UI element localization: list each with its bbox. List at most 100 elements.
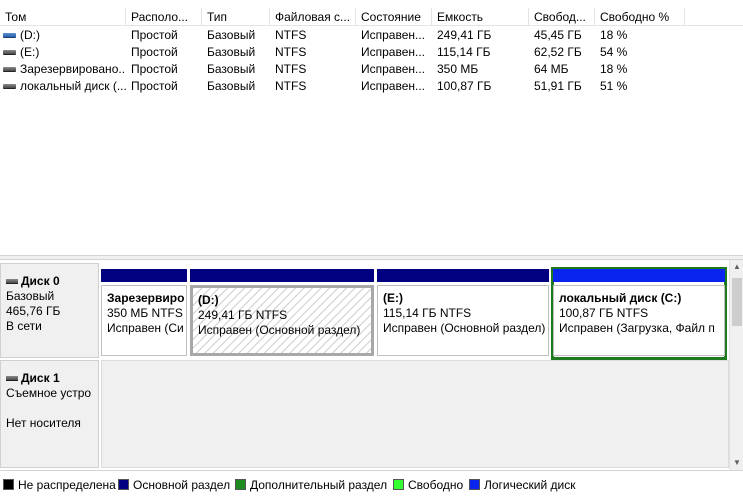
partition-e[interactable]: (E:) 115,14 ГБ NTFS Исправен (Основной р… (377, 269, 549, 358)
volume-capacity: 100,87 ГБ (437, 79, 492, 93)
volume-status: Исправен... (361, 45, 426, 59)
disk-map: Диск 0 Базовый 465,76 ГБ В сети Зарезерв… (0, 260, 743, 470)
disk-0-title-wrap: Диск 0 (6, 274, 98, 289)
volume-type: Базовый (207, 79, 256, 93)
table-row[interactable]: (E:) Простой Базовый NTFS Исправен... 11… (0, 44, 743, 61)
volume-free-percent: 18 % (600, 62, 628, 76)
column-header-volume[interactable]: Том (0, 8, 126, 26)
volume-filesystem: NTFS (275, 28, 307, 42)
column-header-capacity[interactable]: Емкость (432, 8, 529, 26)
partition-status: Исправен (Основной раздел) (198, 323, 361, 337)
partition-body: (D:) 249,41 ГБ NTFS Исправен (Основной р… (190, 285, 374, 356)
volume-list: Том Располо... Тип Файловая с... Состоян… (0, 0, 743, 255)
partition-bar (190, 269, 374, 282)
column-header-free-space[interactable]: Свобод... (529, 8, 595, 26)
partition-status: Исправен (Загрузка, Файл п (559, 321, 715, 335)
volume-capacity: 115,14 ГБ (437, 45, 491, 59)
legend-swatch (118, 479, 129, 490)
partition-body: Зарезервиро 350 МБ NTFS Исправен (Си (101, 285, 187, 356)
volume-capacity: 350 МБ (437, 62, 479, 76)
legend-swatch (3, 479, 14, 490)
volume-status: Исправен... (361, 62, 426, 76)
volume-layout: Простой (131, 62, 178, 76)
volume-type: Базовый (207, 28, 256, 42)
disk-1-empty-area (101, 360, 729, 468)
disk-1-title-wrap: Диск 1 (6, 371, 98, 386)
volume-status: Исправен... (361, 28, 426, 42)
disk-map-scrollbar[interactable]: ▲ ▼ (729, 260, 743, 470)
disk-0-partitions: Зарезервиро 350 МБ NTFS Исправен (Си (D:… (101, 263, 729, 360)
volume-list-header: Том Располо... Тип Файловая с... Состоян… (0, 8, 743, 26)
volume-capacity: 249,41 ГБ (437, 28, 492, 42)
disk-0-row: Диск 0 Базовый 465,76 ГБ В сети Зарезерв… (0, 263, 729, 360)
volume-free-percent: 51 % (600, 79, 628, 93)
table-row[interactable]: Зарезервировано... Простой Базовый NTFS … (0, 61, 743, 78)
partition-name: (E:) (383, 291, 403, 305)
table-row[interactable]: локальный диск (... Простой Базовый NTFS… (0, 78, 743, 95)
partition-size: 115,14 ГБ NTFS (383, 306, 472, 320)
volume-free-space: 64 МБ (534, 62, 569, 76)
partition-c[interactable]: локальный диск (C:) 100,87 ГБ NTFS Испра… (551, 267, 727, 360)
disk-0-state: В сети (6, 319, 42, 333)
volume-layout: Простой (131, 28, 178, 42)
legend-label: Основной раздел (133, 478, 231, 492)
volume-type: Базовый (207, 62, 256, 76)
column-header-type[interactable]: Тип (202, 8, 270, 26)
volume-name: локальный диск (... (20, 79, 126, 93)
legend-label: Дополнительный раздел (250, 478, 388, 492)
scroll-thumb[interactable] (732, 278, 742, 326)
disk-0-label[interactable]: Диск 0 Базовый 465,76 ГБ В сети (0, 263, 99, 358)
column-header-filesystem[interactable]: Файловая с... (270, 8, 356, 26)
legend-swatch (393, 479, 404, 490)
volume-name: (E:) (20, 45, 40, 59)
legend-item-logical: Логический диск (469, 478, 576, 492)
partition-status: Исправен (Основной раздел) (383, 321, 546, 335)
legend-item-primary: Основной раздел (118, 478, 230, 492)
partition-bar (553, 269, 725, 282)
partition-name: локальный диск (C:) (559, 291, 682, 305)
column-header-layout[interactable]: Располо... (126, 8, 202, 26)
legend-swatch (469, 479, 480, 490)
volume-free-space: 51,91 ГБ (534, 79, 582, 93)
disk-icon (6, 376, 18, 381)
partition-reserved[interactable]: Зарезервиро 350 МБ NTFS Исправен (Си (101, 269, 187, 358)
volume-status: Исправен... (361, 79, 426, 93)
table-row[interactable]: (D:) Простой Базовый NTFS Исправен... 24… (0, 27, 743, 44)
disk-1-title: Диск 1 (21, 371, 60, 385)
volume-filesystem: NTFS (275, 79, 307, 93)
legend-label: Свободно (408, 478, 464, 492)
legend: Не распределена Основной раздел Дополнит… (0, 470, 743, 500)
scroll-up-icon[interactable]: ▲ (730, 260, 743, 274)
legend-swatch (235, 479, 246, 490)
disk-1-type: Съемное устро (6, 386, 92, 400)
partition-d[interactable]: (D:) 249,41 ГБ NTFS Исправен (Основной р… (190, 269, 374, 358)
volume-type: Базовый (207, 45, 256, 59)
legend-item-free: Свободно (393, 478, 463, 492)
column-header-status[interactable]: Состояние (356, 8, 432, 26)
disk-1-label[interactable]: Диск 1 Съемное устро Нет носителя (0, 360, 99, 468)
volume-layout: Простой (131, 79, 178, 93)
partition-bar (101, 269, 187, 282)
legend-item-extended: Дополнительный раздел (235, 478, 387, 492)
partition-bar (377, 269, 549, 282)
partition-body: локальный диск (C:) 100,87 ГБ NTFS Испра… (553, 285, 725, 356)
disk-0-size: 465,76 ГБ (6, 304, 61, 318)
partition-status: Исправен (Си (107, 321, 184, 335)
partition-name: (D:) (198, 293, 219, 307)
scroll-down-icon[interactable]: ▼ (730, 456, 743, 470)
volume-free-space: 45,45 ГБ (534, 28, 582, 42)
disk-1-status: Нет носителя (6, 416, 81, 430)
legend-label: Логический диск (484, 478, 576, 492)
volume-filesystem: NTFS (275, 62, 307, 76)
disk-0-title: Диск 0 (21, 274, 60, 288)
column-header-free-percent[interactable]: Свободно % (595, 8, 685, 26)
partition-size: 350 МБ NTFS (107, 306, 183, 320)
volume-free-percent: 18 % (600, 28, 628, 42)
partition-body: (E:) 115,14 ГБ NTFS Исправен (Основной р… (377, 285, 549, 356)
legend-item-unallocated: Не распределена (3, 478, 116, 492)
disk-0-type: Базовый (6, 289, 55, 303)
disk-icon (6, 279, 18, 284)
volume-free-space: 62,52 ГБ (534, 45, 582, 59)
volume-filesystem: NTFS (275, 45, 307, 59)
legend-label: Не распределена (18, 478, 116, 492)
